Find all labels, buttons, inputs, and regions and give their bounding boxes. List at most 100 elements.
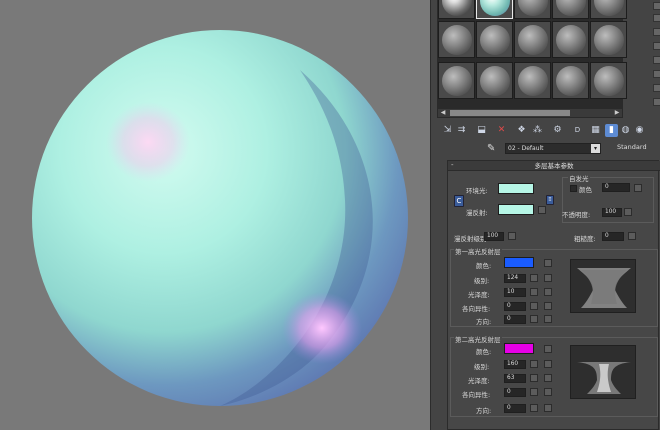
scroll-thumb[interactable] [450, 110, 570, 116]
diffuse-level-map-button[interactable] [508, 232, 516, 240]
video-check-icon[interactable] [653, 56, 660, 64]
spec2-orient-map-button[interactable] [544, 404, 552, 412]
material-type-button[interactable]: Standard [617, 143, 647, 151]
spec2-aniso-spinner[interactable] [530, 388, 538, 396]
select-by-material-icon[interactable] [653, 98, 660, 106]
roughness-map-button[interactable] [628, 232, 636, 240]
spec2-gloss-field[interactable]: 63 [504, 374, 526, 383]
go-parent-icon[interactable]: ◍ [619, 124, 632, 137]
spec1-gloss-label: 光泽度: [468, 291, 490, 299]
material-slot-2-active[interactable] [476, 0, 513, 19]
self-illum-color-checkbox[interactable] [570, 185, 577, 192]
go-sibling-icon[interactable]: ◉ [633, 124, 646, 137]
spec1-color-map-button[interactable] [544, 259, 552, 267]
material-slot-1[interactable] [438, 0, 475, 19]
spec2-orient-label: 方向: [476, 407, 492, 415]
material-slot-10[interactable] [590, 21, 627, 58]
diffuse-level-field[interactable]: 100 [484, 232, 504, 241]
multilayer-basic-params-rollout: - 多层基本参数 环境光: C 漫反射: ⠿ 自发光 颜色 0 不透明度: 10… [447, 160, 660, 430]
spec2-orient-field[interactable]: 0 [504, 404, 526, 413]
material-slot-13[interactable] [514, 62, 551, 99]
material-slot-4[interactable] [552, 0, 589, 19]
eyedropper-icon[interactable]: ✎ [487, 143, 499, 155]
lock-ambient-diffuse-button[interactable]: C [454, 195, 464, 207]
spec2-level-spinner[interactable] [530, 360, 538, 368]
copy-icon[interactable]: ❖ [515, 124, 528, 137]
spec1-gloss-map-button[interactable] [544, 288, 552, 296]
lock-diffuse-map-icon[interactable]: ⠿ [546, 195, 554, 205]
spec1-orient-spinner[interactable] [530, 315, 538, 323]
material-name-text: 02 - Default [508, 145, 544, 152]
opacity-value-field[interactable]: 100 [602, 208, 622, 217]
material-slot-11[interactable] [438, 62, 475, 99]
material-id-icon[interactable]: D [571, 124, 584, 137]
spec1-aniso-map-button[interactable] [544, 302, 552, 310]
self-illum-map-button[interactable] [634, 184, 642, 192]
spec1-gloss-field[interactable]: 10 [504, 288, 526, 297]
material-name-field[interactable]: 02 - Default ▾ [505, 143, 601, 154]
sample-uv-icon[interactable] [653, 42, 660, 50]
spec2-gloss-spinner[interactable] [530, 374, 538, 382]
diffuse-color-swatch[interactable] [498, 204, 534, 215]
material-slot-8[interactable] [514, 21, 551, 58]
material-slot-9[interactable] [552, 21, 589, 58]
scroll-left-icon[interactable]: ◀ [438, 109, 448, 117]
ambient-color-swatch[interactable] [498, 183, 534, 194]
opacity-label: 不透明度: [562, 211, 591, 219]
material-preview-viewport[interactable] [0, 0, 430, 430]
background-icon[interactable] [653, 28, 660, 36]
spec2-aniso-map-button[interactable] [544, 388, 552, 396]
vertical-toolbar [625, 0, 660, 130]
spec2-color-swatch[interactable] [504, 343, 534, 354]
roughness-field[interactable]: 0 [602, 232, 624, 241]
roughness-label: 粗糙度: [574, 235, 596, 243]
material-slot-15[interactable] [590, 62, 627, 99]
put-to-scene-icon[interactable]: ⇉ [455, 124, 468, 137]
reset-icon[interactable]: ✕ [495, 124, 508, 137]
spec1-orient-field[interactable]: 0 [504, 315, 526, 324]
sample-type-icon[interactable] [653, 2, 660, 10]
library-icon[interactable]: ⚙ [551, 124, 564, 137]
spec1-orient-map-button[interactable] [544, 315, 552, 323]
material-slot-7[interactable] [476, 21, 513, 58]
spec1-level-spinner[interactable] [530, 274, 538, 282]
self-illumination-label: 自发光 [568, 173, 590, 183]
spec2-gloss-map-button[interactable] [544, 374, 552, 382]
first-specular-layer-title: 第一高光反射层 [454, 246, 502, 256]
spec1-gloss-spinner[interactable] [530, 288, 538, 296]
spec2-color-map-button[interactable] [544, 345, 552, 353]
assign-icon[interactable]: ⬓ [475, 124, 488, 137]
scroll-right-icon[interactable]: ▶ [612, 109, 622, 117]
chevron-down-icon[interactable]: ▾ [591, 144, 600, 153]
spec2-level-map-button[interactable] [544, 360, 552, 368]
material-slot-5[interactable] [590, 0, 627, 19]
spec1-level-label: 级别: [474, 277, 490, 285]
get-material-icon[interactable]: ⇲ [441, 124, 454, 137]
backlight-icon[interactable] [653, 14, 660, 22]
spec2-gloss-label: 光泽度: [468, 377, 490, 385]
slots-horizontal-scrollbar[interactable]: ◀ ▶ [437, 108, 623, 118]
spec1-aniso-spinner[interactable] [530, 302, 538, 310]
rollout-header[interactable]: - 多层基本参数 [448, 161, 660, 171]
make-preview-icon[interactable] [653, 70, 660, 78]
material-slot-14[interactable] [552, 62, 589, 99]
material-slot-3[interactable] [514, 0, 551, 19]
material-toolbar: ⇲ ⇉ ⬓ ✕ ❖ ⁂ ⚙ D ▦ ▮ ◍ ◉ [439, 124, 660, 138]
self-illum-value-field[interactable]: 0 [602, 183, 630, 192]
material-slot-6[interactable] [438, 21, 475, 58]
spec1-level-field[interactable]: 124 [504, 274, 526, 283]
material-slot-12[interactable] [476, 62, 513, 99]
spec2-aniso-field[interactable]: 0 [504, 388, 526, 397]
spec1-color-swatch[interactable] [504, 257, 534, 268]
show-map-icon[interactable]: ▦ [589, 124, 602, 137]
spec1-level-map-button[interactable] [544, 274, 552, 282]
unique-icon[interactable]: ⁂ [531, 124, 544, 137]
spec2-orient-spinner[interactable] [530, 404, 538, 412]
opacity-map-button[interactable] [624, 208, 632, 216]
show-end-icon[interactable]: ▮ [605, 124, 618, 137]
self-illum-color-label: 颜色 [579, 186, 592, 194]
spec2-level-field[interactable]: 160 [504, 360, 526, 369]
spec1-aniso-field[interactable]: 0 [504, 302, 526, 311]
diffuse-map-button[interactable] [538, 206, 546, 214]
options-icon[interactable] [653, 84, 660, 92]
